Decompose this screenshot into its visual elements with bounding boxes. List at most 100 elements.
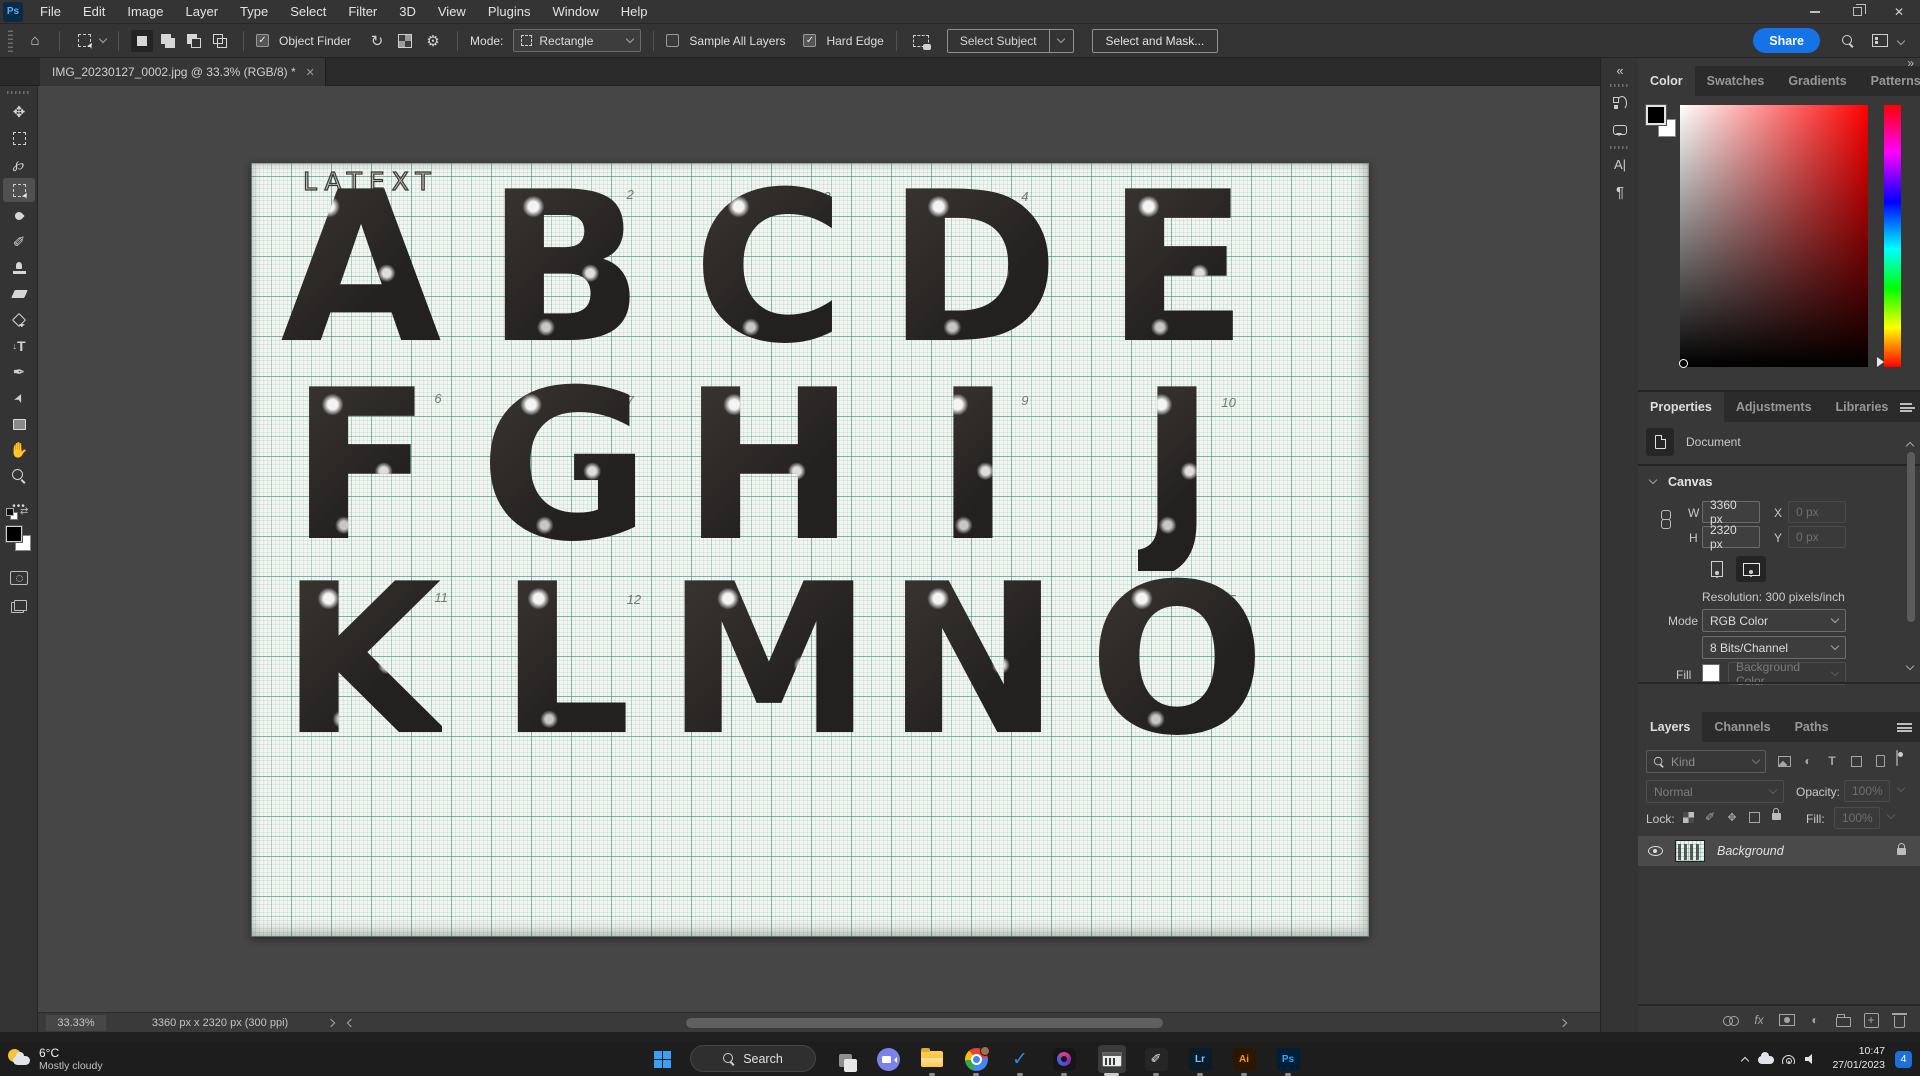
portrait-orientation-button[interactable] [1702,556,1732,582]
character-panel-icon[interactable]: A| [1601,152,1639,176]
creative-cloud-button[interactable] [1050,1045,1078,1073]
quick-mask-mode-button[interactable] [3,566,35,590]
rectangular-marquee-tool[interactable] [3,126,35,150]
saturation-brightness-field[interactable] [1680,105,1868,367]
landscape-orientation-button[interactable] [1736,556,1766,582]
home-button[interactable]: ⌂ [23,29,47,53]
close-button[interactable]: ✕ [1878,0,1920,24]
clock[interactable]: 10:47 27/01/2023 [1832,1045,1885,1072]
menu-view[interactable]: View [427,0,477,24]
eyedropper-tool[interactable] [3,204,35,228]
pen-app-button[interactable]: ✐ [1142,1045,1170,1073]
opacity-chevron-icon[interactable] [1897,784,1905,792]
workspace-switcher-icon[interactable] [1868,29,1892,53]
taskbar-search[interactable]: Search [690,1045,816,1072]
select-subject-chevron-icon[interactable] [1049,30,1073,52]
fill-value-field[interactable]: 100% [1834,807,1880,829]
panel-menu-icon[interactable] [1897,723,1912,732]
menu-help[interactable]: Help [610,0,659,24]
selection-feedback-icon[interactable] [909,29,933,53]
lasso-tool[interactable]: ℘ [3,152,35,176]
collapse-dock-icon[interactable]: « [1601,58,1639,82]
zoom-level-field[interactable]: 33.33% [46,1015,106,1031]
paragraph-panel-icon[interactable]: ¶ [1601,180,1639,204]
color-mode-dropdown[interactable]: RGB Color [1702,609,1846,632]
tab-paths[interactable]: Paths [1783,712,1841,742]
canvas-height-field[interactable]: 2320 px [1702,526,1760,548]
menu-image[interactable]: Image [116,0,174,24]
tab-adjustments[interactable]: Adjustments [1724,392,1824,422]
menu-type[interactable]: Type [229,0,279,24]
filter-shape-layers-icon[interactable] [1846,751,1866,771]
layer-effects-fx-icon[interactable]: fx [1746,1008,1772,1032]
hue-slider[interactable] [1884,105,1901,367]
add-to-selection-mode-button[interactable] [157,30,179,52]
search-icon[interactable] [1836,29,1860,53]
refresh-object-finder-icon[interactable]: ↻ [365,29,389,53]
notification-count-badge[interactable]: 4 [1895,1051,1912,1068]
new-layer-icon[interactable]: + [1858,1008,1884,1032]
select-subject-button[interactable]: Select Subject [947,29,1074,53]
layer-visibility-eye-icon[interactable] [1648,846,1663,856]
document-tab[interactable]: IMG_20230127_0002.jpg @ 33.3% (RGB/8) * … [40,58,326,86]
scroll-left-arrow-icon[interactable] [347,1018,355,1026]
pen-tool[interactable]: ✒ [3,360,35,384]
foreground-background-color-swatches[interactable] [6,526,33,553]
mode-dropdown[interactable]: Rectangle [513,29,641,52]
foreground-color-swatch[interactable] [6,526,22,542]
filter-adjustment-layers-icon[interactable]: ◐ [1798,751,1818,771]
layer-thumbnail[interactable] [1675,840,1705,862]
panel-menu-icon[interactable] [1900,403,1912,412]
volume-icon[interactable] [1800,1042,1822,1076]
document-tab-close-icon[interactable]: ✕ [306,66,315,79]
fill-chevron-icon[interactable] [1887,811,1895,819]
weather-widget[interactable]: 6°C Mostly cloudy [8,1044,103,1074]
filter-image-layers-icon[interactable] [1774,751,1794,771]
chat-app-button[interactable] [874,1045,902,1073]
swap-colors-icon[interactable]: ⇄ [20,506,28,517]
photoshop-active-window-button[interactable] [1098,1045,1126,1073]
new-adjustment-layer-icon[interactable]: ◐ [1802,1008,1828,1032]
layer-lock-icon[interactable] [1897,848,1906,855]
tab-properties[interactable]: Properties [1638,392,1724,422]
task-view-button[interactable] [830,1045,858,1073]
scroll-right-arrow-icon[interactable] [1559,1019,1567,1027]
object-finder-settings-gear-icon[interactable]: ⚙ [421,29,445,53]
color-panel-fg-bg-swatches[interactable] [1646,105,1678,139]
share-button[interactable]: Share [1753,28,1820,53]
object-selection-tool[interactable]: ➤ [3,178,35,202]
menu-3d[interactable]: 3D [388,0,427,24]
tab-patterns[interactable]: Patterns [1859,66,1920,96]
background-layer-row[interactable]: Background [1638,836,1920,866]
canvas-pasteboard[interactable]: LATEXT 2 3 4 5 A B C D E 6 7 8 9 10 F G … [38,86,1600,1012]
filter-type-layers-icon[interactable]: T [1822,751,1842,771]
filter-smart-object-icon[interactable] [1870,751,1890,771]
tab-layers[interactable]: Layers [1638,712,1702,742]
properties-scrollbar-thumb[interactable] [1907,452,1915,622]
file-explorer-button[interactable] [918,1045,946,1073]
dock-drag-handle[interactable] [1610,84,1630,87]
menu-window[interactable]: Window [541,0,609,24]
fill-color-swatch[interactable] [1702,664,1720,682]
tab-libraries[interactable]: Libraries [1824,392,1901,422]
subtract-from-selection-mode-button[interactable] [183,30,205,52]
move-tool[interactable]: ✥ [3,100,35,124]
onedrive-cloud-icon[interactable] [1756,1042,1778,1076]
tab-channels[interactable]: Channels [1702,712,1782,742]
menu-plugins[interactable]: Plugins [477,0,542,24]
menu-select[interactable]: Select [279,0,337,24]
intersect-selection-mode-button[interactable] [209,30,231,52]
screen-mode-button[interactable] [3,594,35,618]
object-finder-checkbox[interactable]: ✓ [256,34,269,47]
brush-tool[interactable]: ✐ [3,230,35,254]
lock-image-pixels-icon[interactable]: ✐ [1700,807,1720,827]
options-drag-handle[interactable] [8,30,13,52]
todo-app-button[interactable]: ✓ [1006,1045,1034,1073]
foreground-color-swatch[interactable] [1646,105,1666,125]
tray-chevron-up-icon[interactable] [1734,1042,1756,1076]
illustrator-button[interactable]: Ai [1230,1045,1258,1073]
lock-all-icon[interactable] [1766,804,1786,824]
minimize-button[interactable] [1794,0,1836,24]
menu-layer[interactable]: Layer [175,0,230,24]
sample-all-layers-checkbox[interactable] [666,34,679,47]
